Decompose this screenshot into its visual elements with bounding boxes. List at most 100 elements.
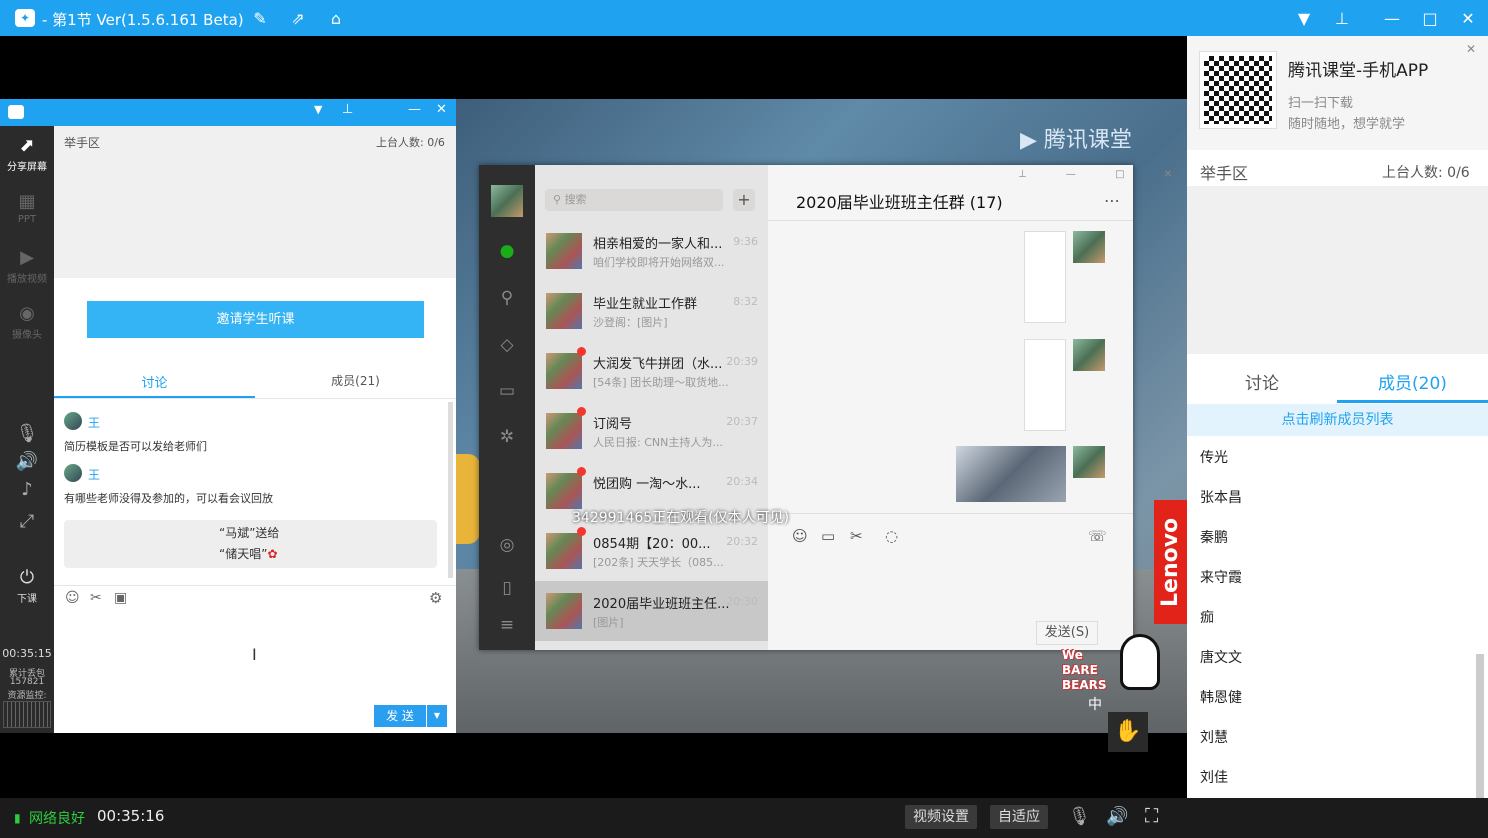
chat-preview: 沙登阁：[图片] [593, 316, 668, 329]
message-image[interactable] [1024, 231, 1066, 323]
add-chat-button[interactable]: + [733, 189, 755, 211]
member-item[interactable]: 唐文文 [1200, 647, 1242, 667]
dropdown-icon[interactable]: ▼ [314, 103, 322, 116]
chat-username[interactable]: 王 [88, 414, 100, 431]
wechat-chat-item[interactable]: 毕业生就业工作群 沙登阁：[图片] 8:32 [535, 281, 768, 341]
share-icon[interactable]: ⇗ [288, 8, 308, 28]
left-main: 举手区 上台人数: 0/6 邀请学生听课 讨论 成员(21) 王 简历模板是否可… [54, 126, 456, 733]
miniprogram-icon[interactable]: ◎ [497, 535, 517, 555]
comment-icon[interactable]: ◌ [885, 527, 898, 545]
wechat-chat-item[interactable]: 2020届毕业班班主任... [图片] 20:30 [535, 581, 768, 641]
wechat-window: ● ⚲ ◇ ▭ ✲ ◎ ▯ ≡ ⚲ 搜索 + 相亲相爱的一家人和... 咱们学校即… [479, 165, 1172, 650]
expand-icon[interactable]: ⤢ [0, 510, 54, 534]
contacts-icon[interactable]: ⚲ [497, 288, 517, 308]
music-icon[interactable]: ♪ [0, 478, 54, 502]
dropdown-icon[interactable]: ▼ [1294, 8, 1314, 28]
pin-icon[interactable]: ⊥ [342, 102, 353, 117]
fullscreen-icon[interactable]: ⛶ [1145, 805, 1158, 827]
member-item[interactable]: 传光 [1200, 447, 1228, 467]
wechat-chat-item[interactable]: 订阅号 人民日报: CNN主持人为... 20:37 [535, 401, 768, 461]
more-icon[interactable]: ⋯ [1104, 191, 1120, 210]
image-icon[interactable]: ▣ [114, 590, 127, 606]
rose-icon: ✿ [267, 547, 278, 561]
emoji-icon[interactable]: ☺ [65, 590, 80, 606]
wechat-chat-title: 2020届毕业班班主任群 (17) [796, 193, 1003, 212]
unread-dot [577, 467, 586, 476]
bottom-bar: ▮ 网络良好 00:35:16 视频设置 自适应 🎙 🔊 ⛶ [0, 798, 1488, 838]
chat-preview: 咱们学校即将开始网络双... [593, 256, 725, 269]
home-icon[interactable]: ⌂ [326, 8, 346, 28]
pin-icon[interactable]: ⊥ [1332, 8, 1352, 28]
play-video-tool[interactable]: ▶ 播放视频 [0, 246, 54, 285]
settings-icon[interactable]: ⚙ [429, 589, 442, 607]
tab-members[interactable]: 成员(20) [1337, 369, 1488, 394]
member-item[interactable]: 张本昌 [1200, 487, 1242, 507]
message-image[interactable] [1024, 339, 1066, 431]
wechat-search[interactable]: ⚲ 搜索 [545, 189, 723, 211]
maximize-icon[interactable]: □ [1420, 8, 1440, 28]
camera-icon: ◉ [19, 303, 35, 324]
member-item[interactable]: 秦鹏 [1200, 527, 1228, 547]
close-icon[interactable]: ✕ [1458, 8, 1478, 28]
sender-avatar[interactable] [1073, 446, 1105, 478]
member-item[interactable]: 刘佳 [1200, 767, 1228, 787]
end-class-button[interactable]: ⏻ 下课 [0, 566, 54, 605]
call-icon[interactable]: ☏ [1088, 527, 1107, 545]
favorites-icon[interactable]: ◇ [497, 335, 517, 355]
menu-icon[interactable]: ≡ [497, 615, 517, 635]
chat-divider [768, 220, 1133, 221]
member-item[interactable]: 韩恩健 [1200, 687, 1242, 707]
play-video-icon: ▶ [20, 247, 34, 268]
raise-hand-button[interactable]: ✋ [1108, 712, 1148, 752]
emoji-icon[interactable]: ☺ [792, 527, 808, 545]
camera-tool[interactable]: ◉ 摄像头 [0, 302, 54, 341]
close-icon[interactable]: ✕ [1466, 42, 1476, 56]
mic-icon[interactable]: 🎙 [0, 422, 54, 446]
chat-username[interactable]: 王 [88, 466, 100, 483]
phone-icon[interactable]: ▯ [497, 578, 517, 598]
group-avatar [546, 533, 582, 569]
hands-label: 举手区 [64, 136, 101, 150]
minimize-icon[interactable]: — [408, 102, 421, 117]
search-icon: ⚲ [553, 193, 565, 206]
tab-discussion[interactable]: 讨论 [54, 372, 255, 391]
left-panel: ▼ ⊥ — ✕ ⬈ 分享屏幕 ▦ PPT ▶ 播放视频 ◉ 摄像头 🎙 🔊 ♪ ⤢ ⏻ 下… [0, 99, 456, 733]
send-options-icon[interactable]: ▼ [427, 705, 447, 727]
files-icon[interactable]: ▭ [497, 381, 517, 401]
chat-scrollbar[interactable] [448, 402, 453, 578]
tab-members[interactable]: 成员(21) [255, 372, 456, 389]
invite-students-button[interactable]: 邀请学生听课 [87, 301, 424, 338]
refresh-members-button[interactable]: 点击刷新成员列表 [1187, 404, 1488, 436]
moments-icon[interactable]: ✲ [497, 427, 517, 447]
speaker-icon[interactable]: 🔊 [0, 450, 54, 474]
wechat-chat-item[interactable]: 大润发飞牛拼团（水... [54条] 团长助理～取货地... 20:39 [535, 341, 768, 401]
sender-avatar[interactable] [1073, 231, 1105, 263]
minimize-icon[interactable]: — [1382, 8, 1402, 28]
share-screen-tool[interactable]: ⬈ 分享屏幕 [0, 134, 54, 173]
chat-preview: [202条] 天天学长（085... [593, 556, 724, 569]
scissors-icon[interactable]: ✂ [90, 590, 102, 606]
message-image[interactable] [956, 446, 1066, 502]
wechat-chat-item[interactable]: 相亲相爱的一家人和... 咱们学校即将开始网络双... 9:36 [535, 221, 768, 281]
volume-icon[interactable]: 🔊 [1106, 806, 1128, 827]
folder-icon[interactable]: ▭ [821, 527, 835, 545]
close-icon[interactable]: ✕ [436, 102, 447, 117]
panel-logo-icon [8, 105, 24, 119]
tab-discussion[interactable]: 讨论 [1187, 369, 1337, 394]
ppt-tool[interactable]: ▦ PPT [0, 190, 54, 225]
mic-muted-icon[interactable]: 🎙 [1068, 806, 1091, 827]
wechat-chat-item[interactable]: 0854期【20：00... [202条] 天天学长（085... 20:32 [535, 521, 768, 581]
member-item[interactable]: 刘慧 [1200, 727, 1228, 747]
scissors-icon[interactable]: ✂ [850, 527, 863, 545]
edit-icon[interactable]: ✎ [250, 8, 270, 28]
wechat-avatar[interactable] [491, 185, 523, 217]
send-button[interactable]: 发 送 [374, 705, 426, 727]
member-item[interactable]: 痂 [1200, 607, 1214, 627]
chat-preview: 人民日报: CNN主持人为... [593, 436, 723, 449]
chat-icon[interactable]: ● [497, 241, 517, 261]
member-item[interactable]: 来守霞 [1200, 567, 1242, 587]
video-settings-button[interactable]: 视频设置 [905, 805, 977, 829]
sender-avatar[interactable] [1073, 339, 1105, 371]
adaptive-button[interactable]: 自适应 [990, 805, 1048, 829]
viewer-notice: 342991465正在观看(仅本人可见) [572, 510, 790, 526]
